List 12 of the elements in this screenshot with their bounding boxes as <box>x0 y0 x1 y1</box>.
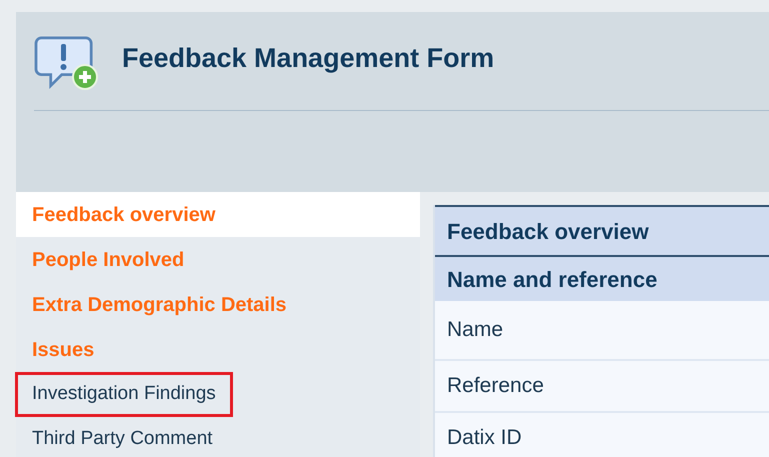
field-label: Datix ID <box>435 413 769 457</box>
section-heading: Name and reference <box>435 257 769 301</box>
field-label: Reference <box>435 361 769 413</box>
nav-link[interactable]: People Involved <box>32 244 184 274</box>
nav-link[interactable]: Investigation Findings <box>15 372 233 417</box>
form-heading: Feedback overview <box>435 205 769 257</box>
field-label: Name <box>435 301 769 361</box>
nav-link[interactable]: Issues <box>32 334 94 364</box>
feedback-add-icon <box>34 34 100 92</box>
form-title: Feedback Management Form <box>122 42 494 75</box>
nav-link[interactable]: Extra Demographic Details <box>32 290 287 320</box>
nav-link[interactable]: Third Party Comment <box>32 425 213 454</box>
